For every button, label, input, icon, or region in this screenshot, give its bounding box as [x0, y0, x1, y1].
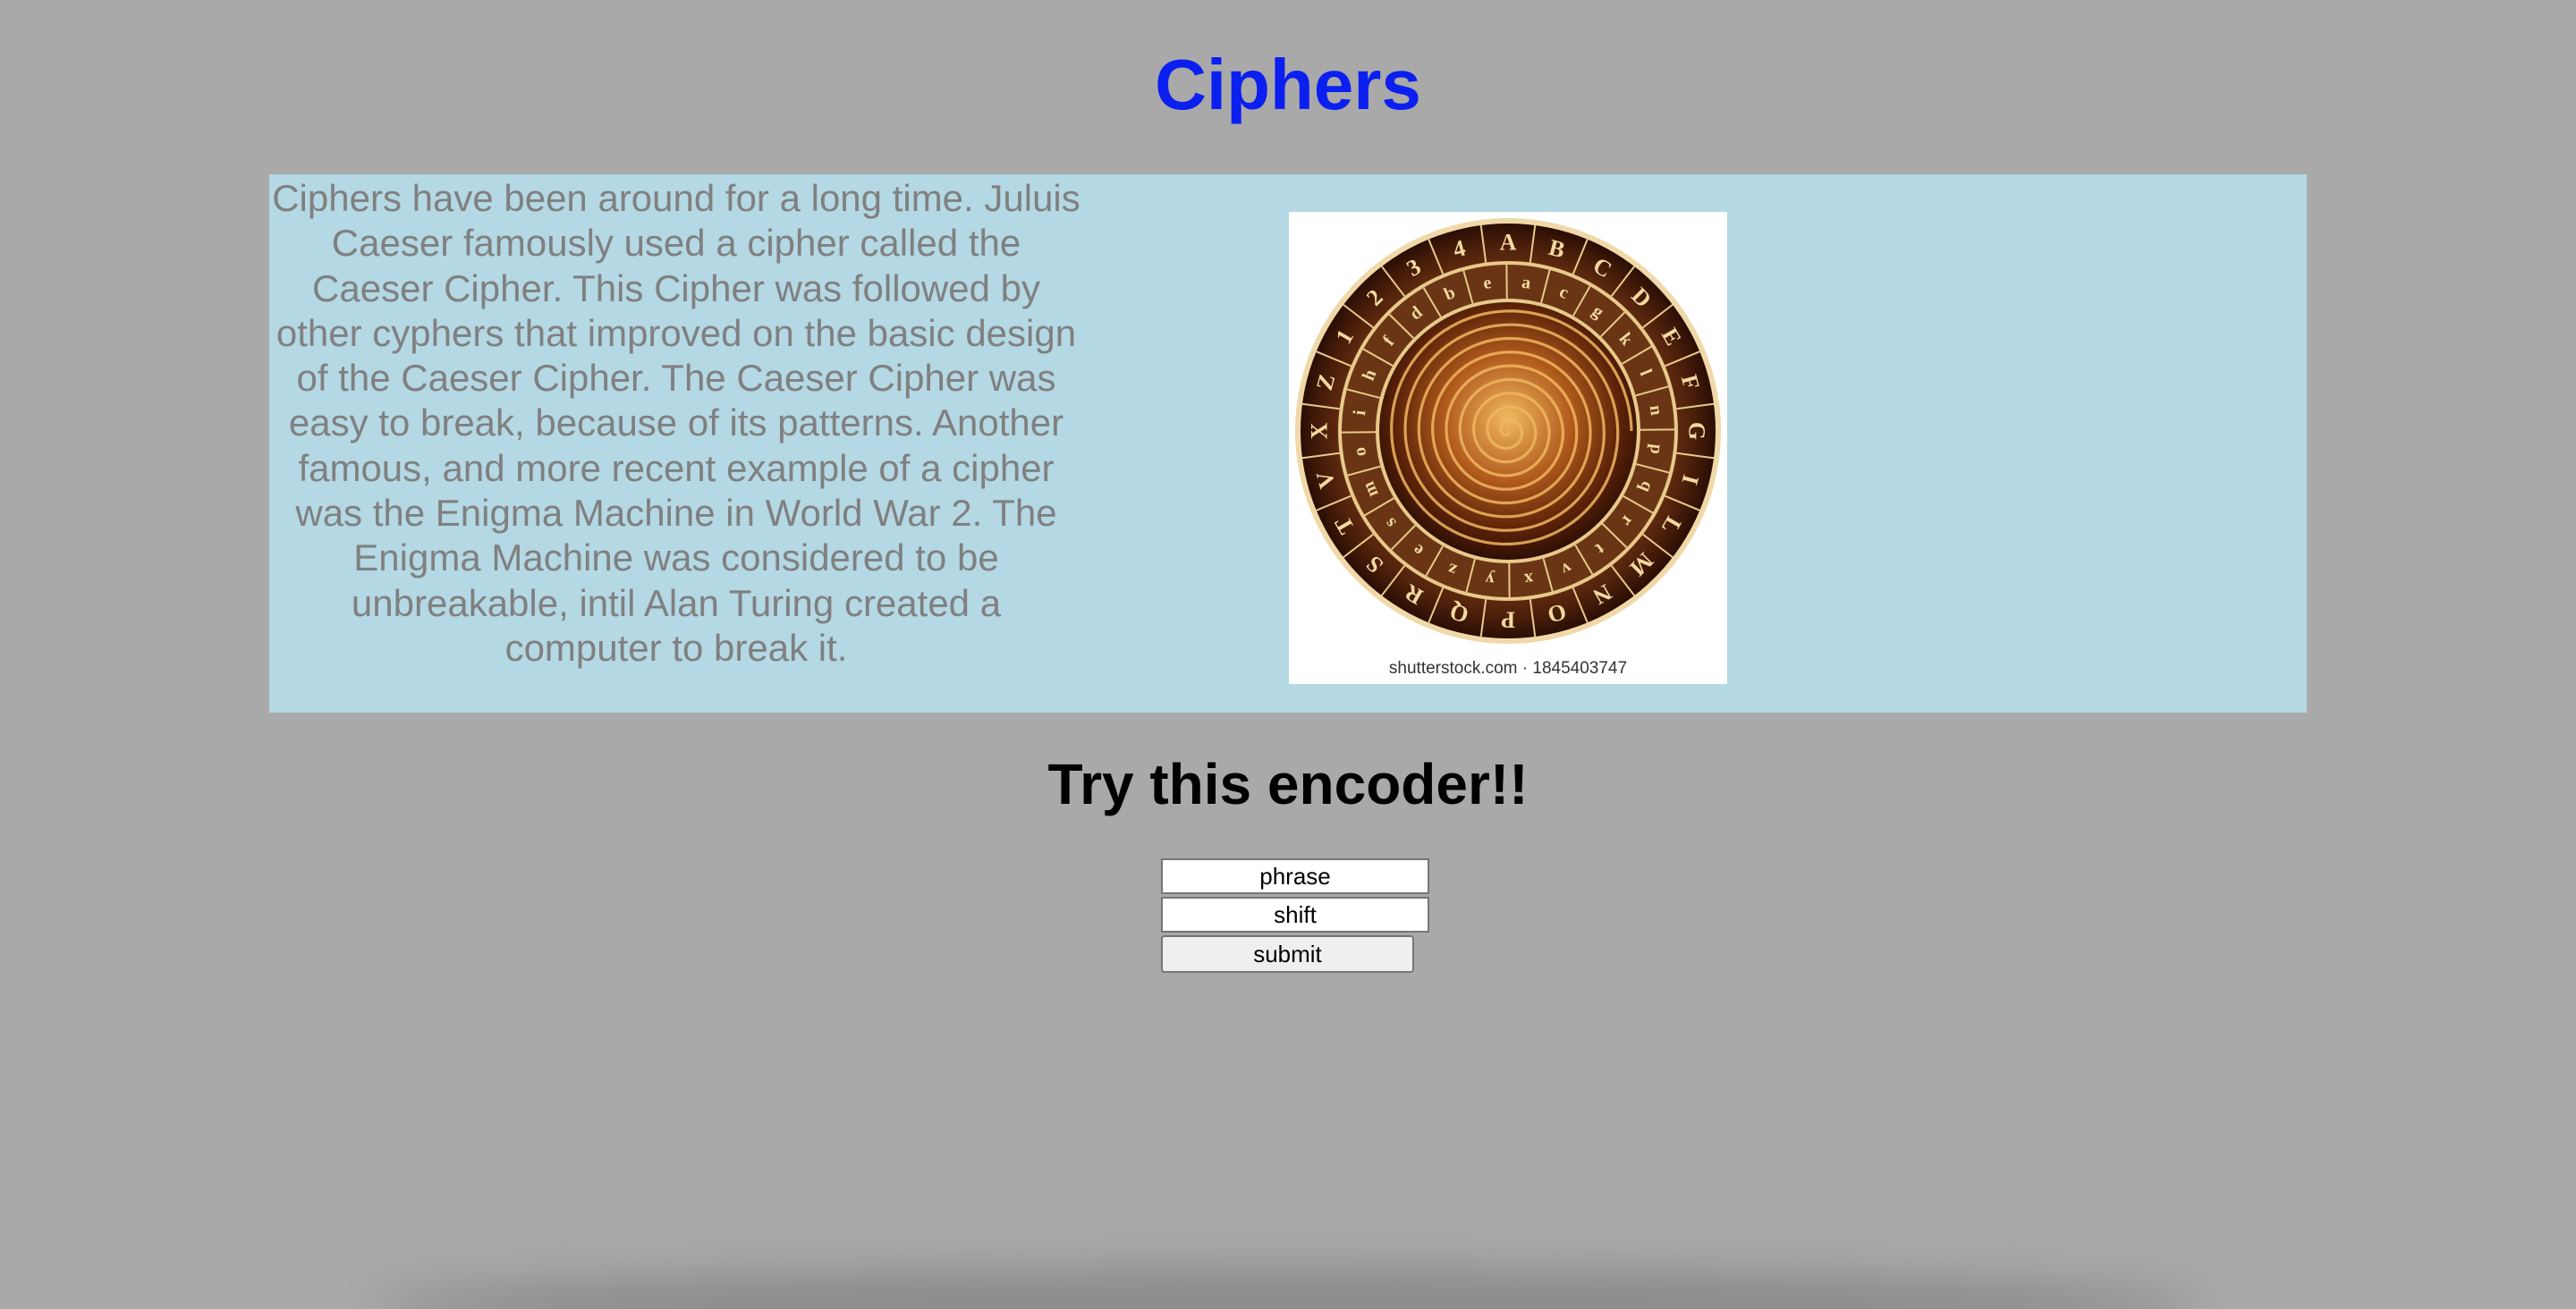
content-section: Ciphers have been around for a long time…	[269, 174, 2307, 713]
submit-button[interactable]: submit	[1161, 935, 1414, 973]
image-watermark: shutterstock.com · 1845403747	[1388, 659, 1628, 678]
wheel-letter: P	[1501, 607, 1515, 633]
cipher-wheel-image: ABCDEFGILMNOPQRSTVXZ1234 acgklnpqrtvxyze…	[1289, 212, 1727, 684]
window-bottom-shadow	[376, 1270, 2200, 1309]
wheel-letter: A	[1500, 230, 1517, 256]
cipher-wheel-icon: A BCDEFGILMNOPQRSTVXZ1234 a cgklnpqrtvxyze…	[1295, 218, 1721, 644]
wheel-letter: X	[1307, 422, 1333, 439]
shift-input[interactable]	[1161, 897, 1429, 933]
phrase-input[interactable]	[1161, 858, 1429, 894]
wheel-letter: G	[1684, 422, 1710, 440]
encoder-heading: Try this encoder!!	[1047, 752, 1529, 816]
page-title: Ciphers	[1155, 45, 1421, 124]
page: Ciphers Ciphers have been around for a l…	[0, 0, 2576, 1309]
intro-paragraph: Ciphers have been around for a long time…	[272, 177, 1080, 669]
